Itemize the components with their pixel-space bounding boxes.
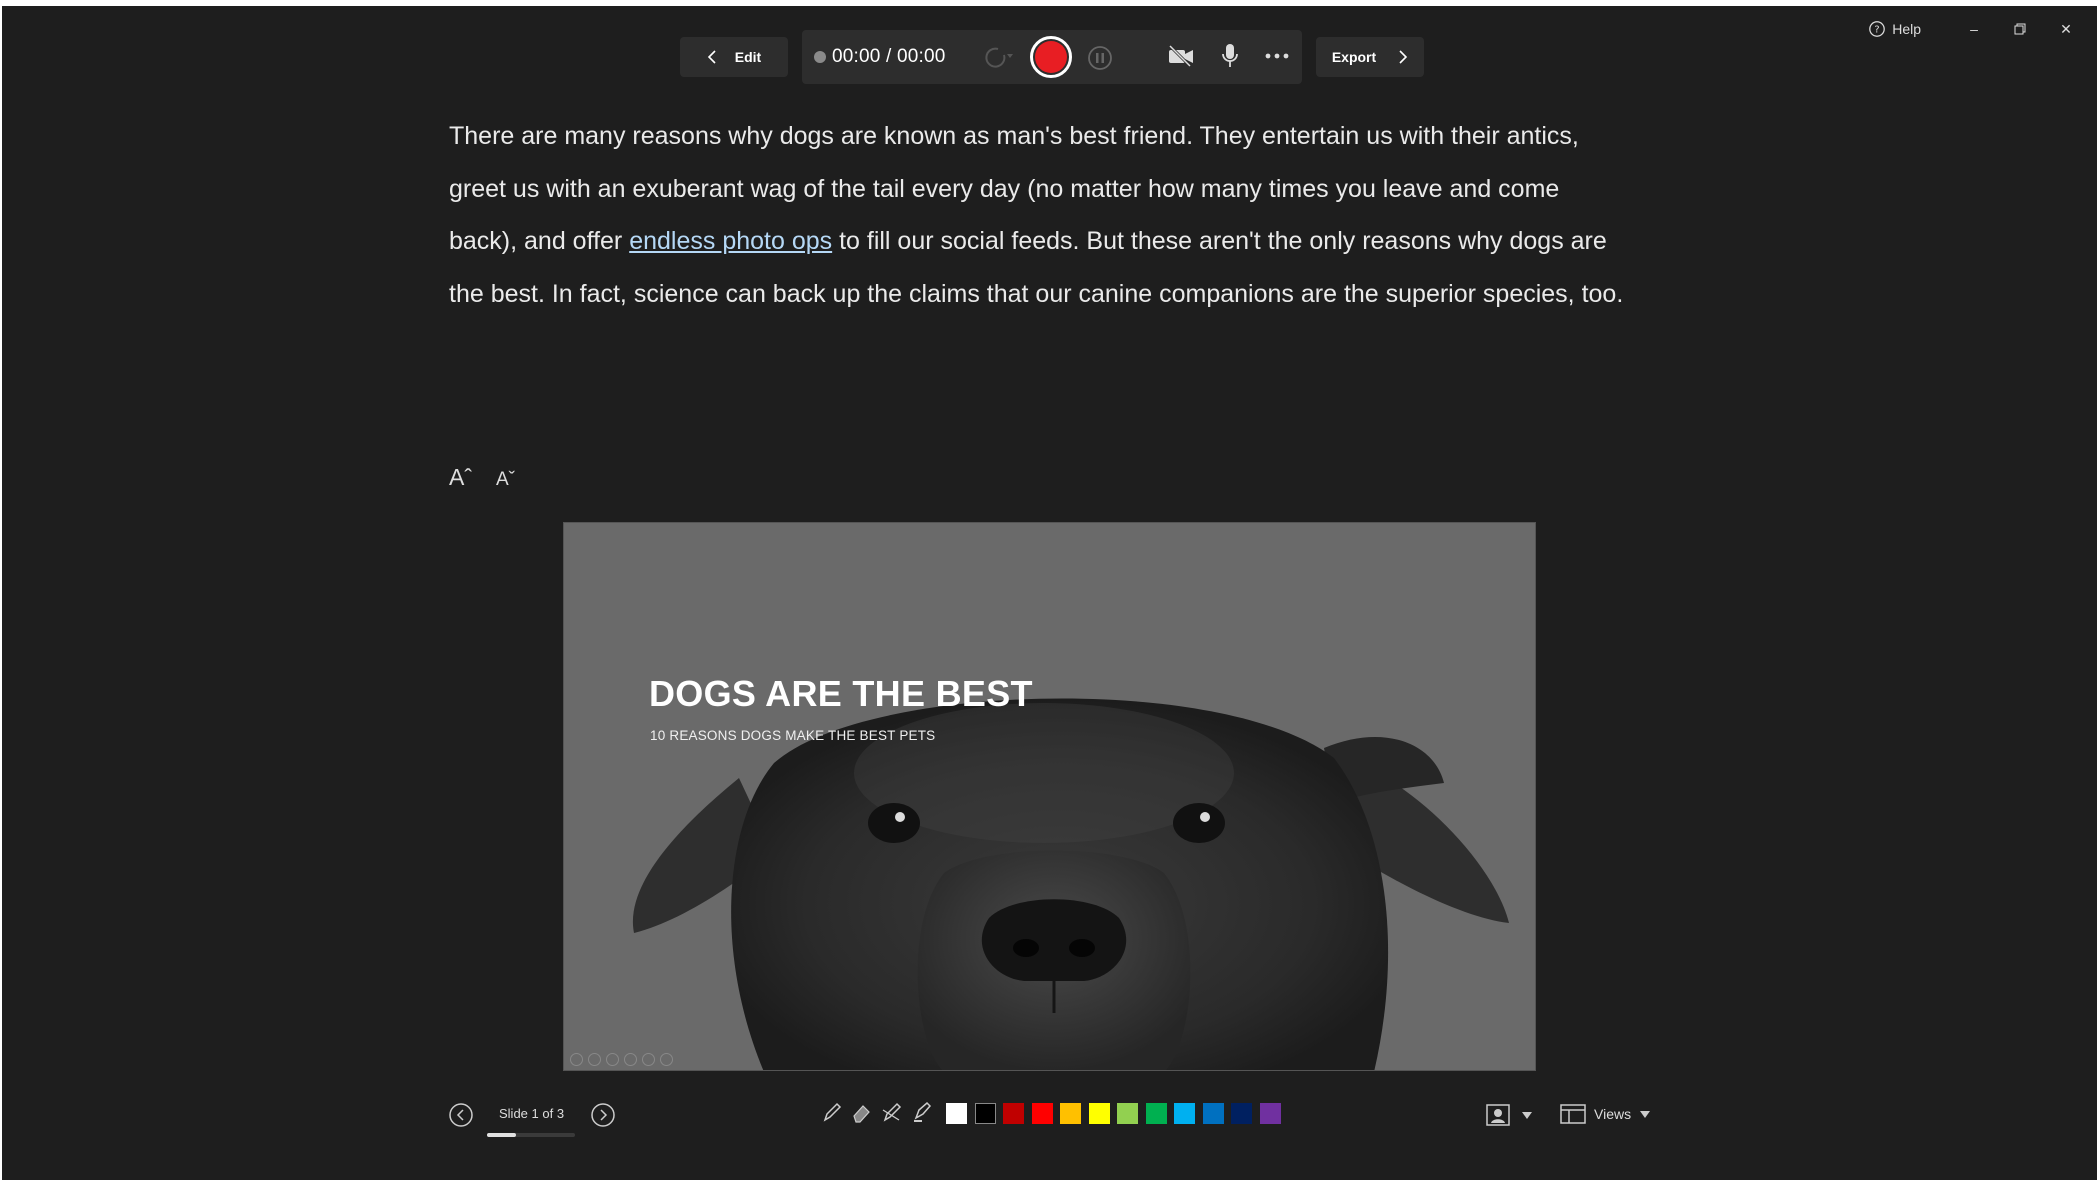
ink-color-swatch[interactable] bbox=[1259, 1103, 1281, 1124]
ink-color-swatch[interactable] bbox=[1060, 1103, 1081, 1124]
ink-color-swatch[interactable] bbox=[1174, 1103, 1195, 1124]
pen-erase-icon[interactable] bbox=[880, 1100, 904, 1124]
restore-button[interactable] bbox=[1997, 17, 2043, 41]
views-button[interactable]: Views bbox=[1560, 1103, 1651, 1125]
decrease-font-button[interactable]: Aˇ bbox=[496, 469, 515, 491]
presenter-icon bbox=[1486, 1104, 1510, 1126]
record-button[interactable] bbox=[1030, 36, 1072, 78]
slide-preview: DOGS ARE THE BEST 10 REASONS DOGS MAKE T… bbox=[563, 522, 1536, 1071]
next-slide-button[interactable] bbox=[590, 1102, 616, 1128]
slide-title: DOGS ARE THE BEST bbox=[649, 673, 1033, 714]
ink-color-swatch[interactable] bbox=[1145, 1103, 1167, 1124]
edit-button[interactable]: Edit bbox=[680, 37, 788, 77]
ink-color-swatch[interactable] bbox=[946, 1103, 967, 1124]
layout-icon bbox=[1560, 1104, 1586, 1124]
notes-font-controls: Aˆ Aˇ bbox=[449, 464, 515, 491]
mini-zoom-icon[interactable] bbox=[624, 1053, 637, 1066]
increase-font-button[interactable]: Aˆ bbox=[449, 464, 472, 491]
slide-progress-bar bbox=[487, 1133, 575, 1137]
edit-label: Edit bbox=[734, 49, 762, 65]
dog-photo bbox=[632, 698, 1509, 1070]
speaker-notes: There are many reasons why dogs are know… bbox=[449, 110, 1629, 320]
slide-counter: Slide 1 of 3 bbox=[499, 1106, 565, 1121]
chevron-left-icon bbox=[707, 50, 716, 64]
ink-color-swatch[interactable] bbox=[1117, 1103, 1138, 1124]
ink-color-swatch[interactable] bbox=[1003, 1103, 1024, 1124]
record-dot bbox=[1035, 41, 1067, 73]
help-label: Help bbox=[1892, 21, 1921, 37]
recording-status-dot bbox=[814, 51, 826, 63]
mini-pen-icon[interactable] bbox=[606, 1053, 619, 1066]
mini-prev-icon[interactable] bbox=[570, 1053, 583, 1066]
notes-link[interactable]: endless photo ops bbox=[629, 227, 832, 255]
recording-studio-window: ? Help – ✕ Edit 00:00 / 00:00 Export The… bbox=[2, 6, 2097, 1180]
pen-icon[interactable] bbox=[820, 1100, 844, 1124]
mini-view-icon[interactable] bbox=[642, 1053, 655, 1066]
mini-next-icon[interactable] bbox=[588, 1053, 601, 1066]
more-options-icon[interactable] bbox=[1264, 44, 1290, 68]
chevron-down-icon bbox=[1522, 1112, 1532, 1119]
restore-icon bbox=[2014, 23, 2026, 35]
slide-progress-fill bbox=[487, 1133, 517, 1137]
mini-more-icon[interactable] bbox=[660, 1053, 673, 1066]
ink-tools bbox=[820, 1100, 934, 1124]
ink-color-swatch[interactable] bbox=[974, 1103, 996, 1124]
eraser-icon[interactable] bbox=[850, 1100, 874, 1124]
reset-recording-icon[interactable] bbox=[978, 45, 1014, 69]
ink-color-swatch[interactable] bbox=[1231, 1103, 1252, 1124]
pause-icon[interactable] bbox=[1087, 45, 1113, 71]
chevron-right-icon bbox=[1399, 50, 1408, 64]
recording-timer: 00:00 / 00:00 bbox=[832, 46, 946, 67]
close-button[interactable]: ✕ bbox=[2043, 17, 2089, 41]
help-icon: ? bbox=[1869, 21, 1886, 37]
ink-color-swatch[interactable] bbox=[1202, 1103, 1224, 1124]
svg-text:?: ? bbox=[1875, 25, 1880, 36]
ink-color-swatch[interactable] bbox=[1031, 1103, 1053, 1124]
previous-slide-button[interactable] bbox=[448, 1102, 474, 1128]
ink-color-swatch[interactable] bbox=[1088, 1103, 1110, 1124]
window-controls: ? Help – ✕ bbox=[1858, 16, 2089, 42]
export-button[interactable]: Export bbox=[1316, 37, 1424, 77]
recording-toolbar: Edit 00:00 / 00:00 Export bbox=[680, 30, 1424, 84]
recording-controls: 00:00 / 00:00 bbox=[802, 30, 1302, 84]
chevron-down-icon bbox=[1640, 1111, 1651, 1118]
ink-color-palette bbox=[946, 1103, 1281, 1124]
camera-mode-button[interactable] bbox=[1485, 1103, 1533, 1127]
camera-off-icon[interactable] bbox=[1167, 44, 1195, 68]
views-label: Views bbox=[1594, 1106, 1632, 1122]
export-label: Export bbox=[1331, 49, 1377, 65]
microphone-icon[interactable] bbox=[1220, 42, 1240, 70]
highlighter-icon[interactable] bbox=[910, 1100, 934, 1124]
help-button[interactable]: ? Help bbox=[1858, 16, 1931, 42]
slide-subtitle: 10 REASONS DOGS MAKE THE BEST PETS bbox=[650, 728, 936, 743]
minimize-button[interactable]: – bbox=[1951, 17, 1997, 41]
slide-mini-controls bbox=[570, 1053, 673, 1066]
